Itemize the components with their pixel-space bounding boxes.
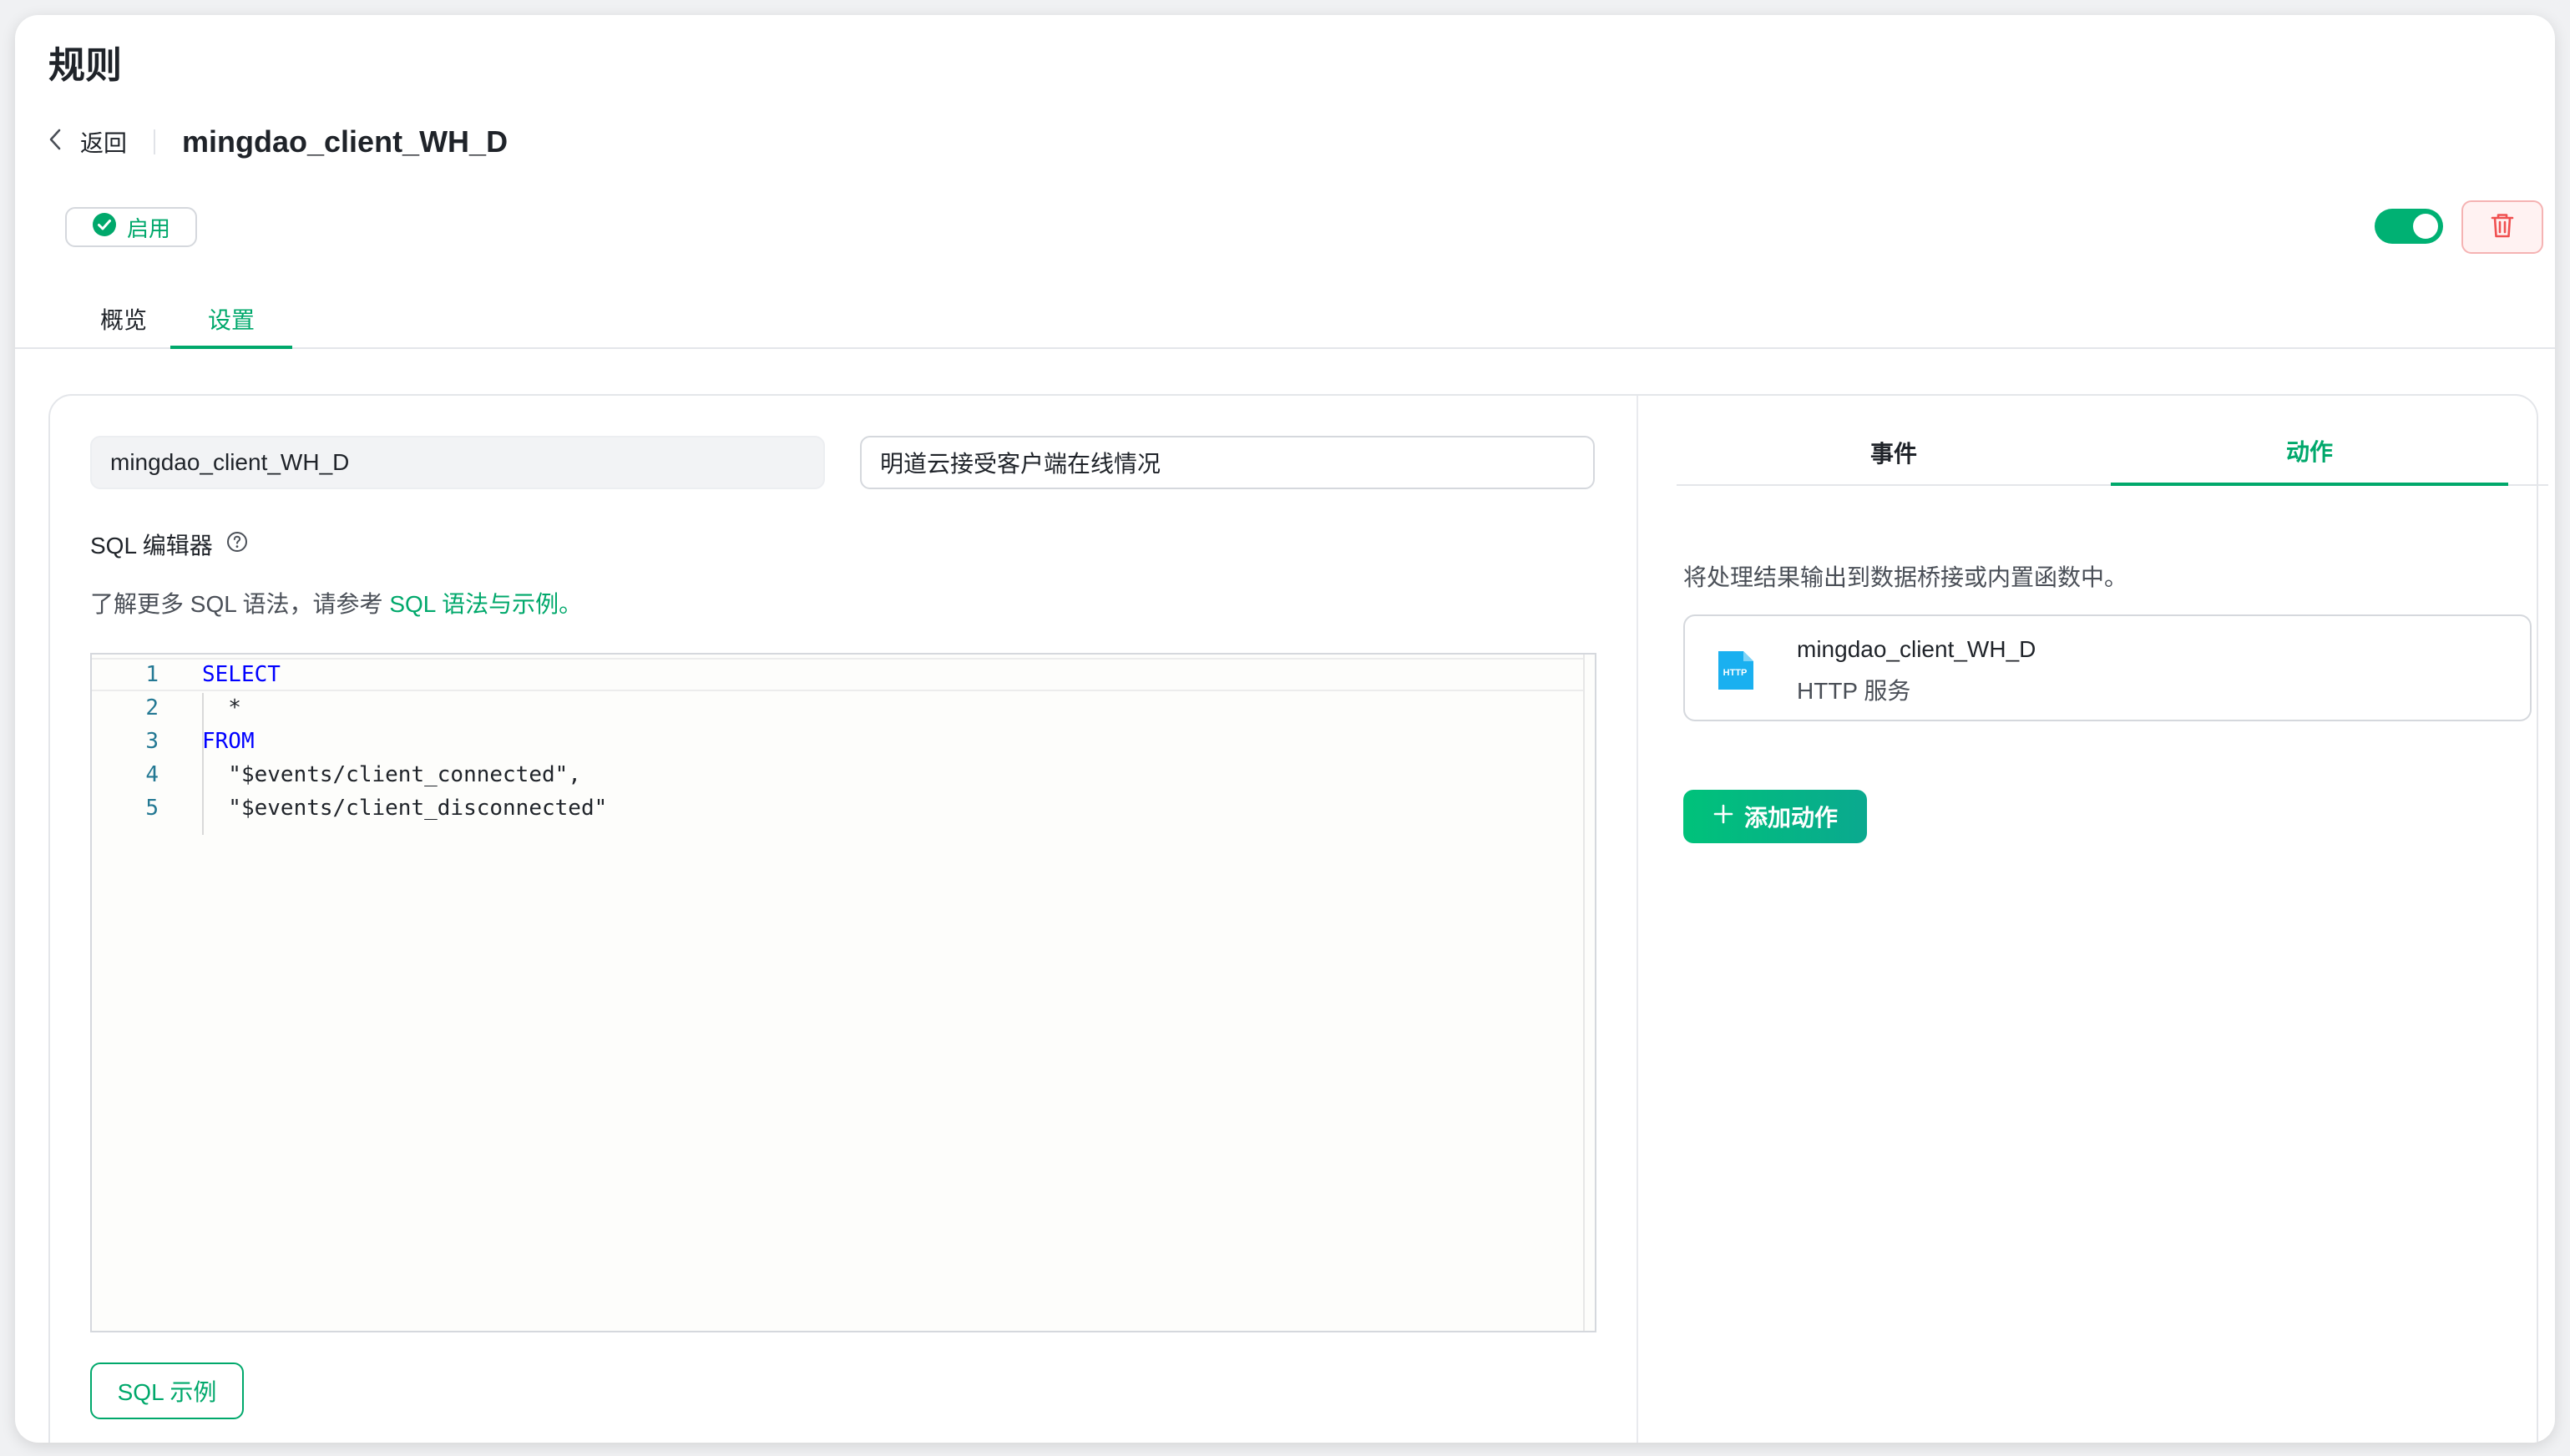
code-text: SELECT [202, 662, 281, 687]
plus-icon [1712, 803, 1734, 831]
tab-overview[interactable]: 概览 [73, 291, 174, 349]
status-label: 启用 [127, 215, 171, 241]
action-type: HTTP 服务 [1797, 678, 1911, 704]
settings-card: mingdao_client_WH_D 明道云接受客户端在线情况 SQL 编辑器… [48, 394, 2548, 1443]
trash-icon [2488, 211, 2517, 244]
tab-actions[interactable]: 动作 [2111, 419, 2508, 486]
rule-name-input[interactable]: mingdao_client_WH_D [90, 436, 825, 489]
actions-description: 将处理结果输出到数据桥接或内置函数中。 [1683, 564, 2128, 590]
code-text: "$events/client_disconnected" [202, 796, 608, 821]
code-text: "$events/client_connected", [202, 762, 581, 787]
sql-help-text: 了解更多 SQL 语法，请参考 SQL 语法与示例。 [90, 586, 582, 619]
delete-button[interactable] [2461, 200, 2543, 254]
breadcrumb: 返回 mingdao_client_WH_D [48, 119, 508, 165]
code-line: 3 FROM [92, 725, 254, 758]
app-window: 规则 返回 mingdao_client_WH_D 启用 概览 设置 mingd… [15, 15, 2555, 1443]
sql-editor-label: SQL 编辑器 [90, 528, 248, 561]
output-tabs: 事件 动作 [1677, 419, 2548, 486]
tab-events[interactable]: 事件 [1677, 419, 2111, 486]
rule-description-input[interactable]: 明道云接受客户端在线情况 [860, 436, 1595, 489]
code-text: FROM [202, 729, 255, 754]
code-line: 2 * [92, 691, 241, 725]
line-number: 3 [145, 729, 159, 754]
code-line: 1 SELECT [92, 658, 281, 691]
action-card[interactable]: HTTP mingdao_client_WH_D HTTP 服务 [1683, 614, 2532, 721]
question-circle-icon[interactable] [226, 531, 248, 559]
rule-editor-pane: mingdao_client_WH_D 明道云接受客户端在线情况 SQL 编辑器… [50, 396, 1637, 1443]
line-number: 4 [145, 762, 159, 787]
page-title: 规则 [48, 45, 122, 86]
check-circle-icon [92, 212, 117, 243]
add-action-label: 添加动作 [1743, 805, 1838, 831]
enable-toggle[interactable] [2375, 209, 2443, 244]
action-name: mingdao_client_WH_D [1797, 636, 2036, 662]
line-number: 1 [145, 662, 159, 687]
code-line: 5 "$events/client_disconnected" [92, 791, 607, 825]
sql-syntax-link[interactable]: SQL 语法与示例。 [389, 591, 582, 617]
code-line: 4 "$events/client_connected", [92, 758, 581, 791]
status-badge: 启用 [65, 207, 198, 247]
tab-settings[interactable]: 设置 [170, 291, 292, 349]
sql-help-prefix: 了解更多 SQL 语法，请参考 [90, 591, 390, 617]
divider [154, 129, 156, 154]
active-line-highlight [92, 658, 1585, 691]
rule-name-heading: mingdao_client_WH_D [182, 124, 508, 159]
toggle-knob [2413, 214, 2438, 239]
http-file-icon: HTTP [1717, 650, 1755, 691]
http-icon-text: HTTP [1723, 668, 1748, 678]
back-label: 返回 [80, 130, 128, 156]
pane-divider [1637, 396, 1638, 1443]
main-tabs: 概览 设置 [15, 291, 2555, 349]
line-number: 2 [145, 695, 159, 720]
code-text: * [202, 695, 241, 720]
back-link[interactable]: 返回 [48, 125, 127, 159]
chevron-left-icon [48, 129, 62, 156]
sql-example-button[interactable]: SQL 示例 [90, 1362, 244, 1419]
sql-code-editor[interactable]: 1 SELECT 2 * 3 FROM 4 "$events/client_co… [90, 653, 1596, 1332]
sql-label-text: SQL 编辑器 [90, 533, 213, 559]
add-action-button[interactable]: 添加动作 [1683, 790, 1867, 843]
line-number: 5 [145, 796, 159, 821]
editor-scrollbar[interactable] [1583, 655, 1595, 1331]
